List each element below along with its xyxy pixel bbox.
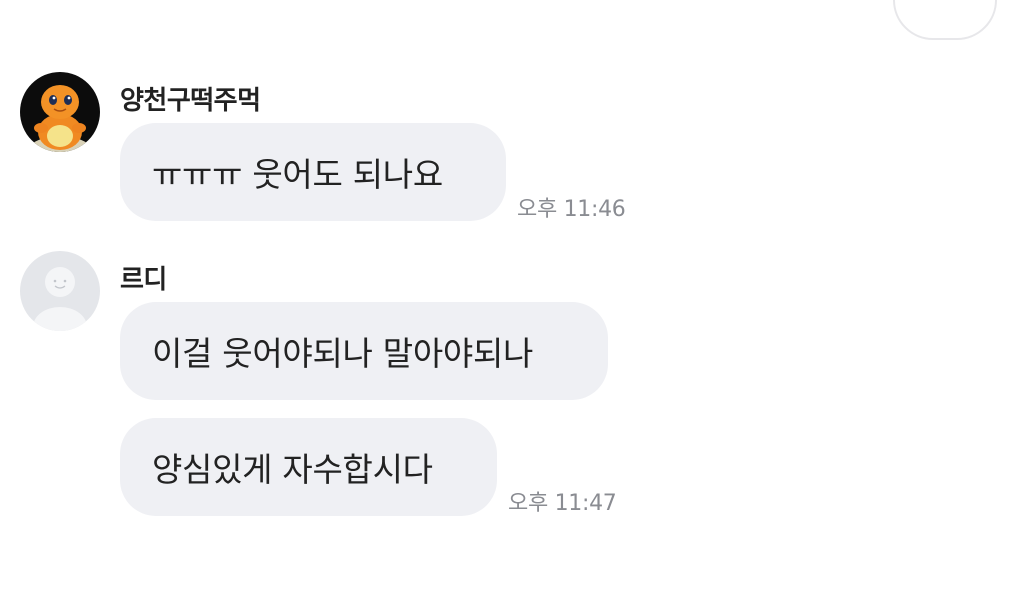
- message-timestamp: 오후 11:46: [517, 197, 626, 222]
- message-timestamp: 오후 11:47: [508, 491, 617, 516]
- sender-name: 르디: [120, 265, 167, 295]
- chat-screen: 양천구떡주먹 ㅠㅠㅠ 웃어도 되나요 오후 11:46 르디 이걸 웃어야되나 …: [0, 0, 1024, 594]
- message-bubble[interactable]: 이걸 웃어야되나 말아야되나: [120, 302, 608, 400]
- top-pill-button[interactable]: [893, 0, 997, 40]
- sender-name: 양천구떡주먹: [120, 86, 261, 116]
- charmander-avatar-icon[interactable]: [20, 72, 100, 152]
- message-bubble[interactable]: ㅠㅠㅠ 웃어도 되나요: [120, 123, 506, 221]
- message-bubble[interactable]: 양심있게 자수합시다: [120, 418, 497, 516]
- default-profile-avatar-icon[interactable]: [20, 251, 100, 331]
